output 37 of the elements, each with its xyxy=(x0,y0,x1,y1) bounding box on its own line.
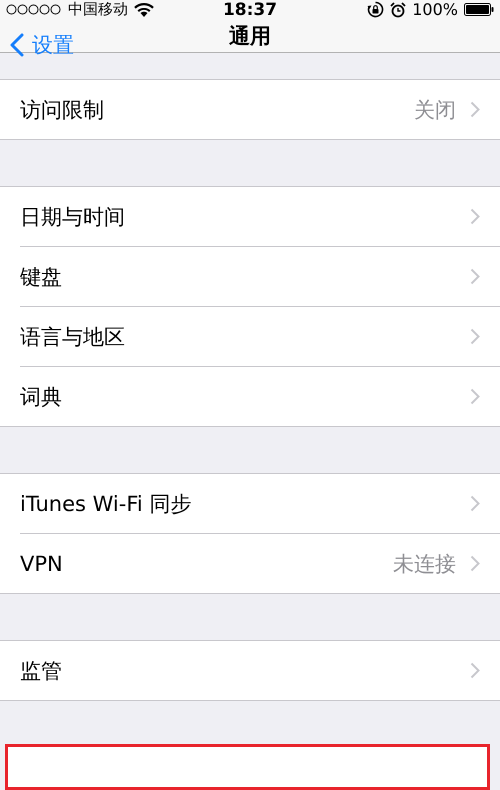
row-label: VPN xyxy=(20,552,64,576)
row-label: 日期与时间 xyxy=(20,204,126,230)
chevron-icon xyxy=(470,662,480,679)
chevron-icon xyxy=(470,208,480,225)
chevron-icon xyxy=(470,555,480,572)
wifi-icon xyxy=(134,2,154,17)
chevron-icon xyxy=(470,268,480,285)
settings-row[interactable]: VPN 未连接 xyxy=(20,533,500,593)
clock-time: 18:37 xyxy=(222,0,278,20)
chevron-icon xyxy=(470,495,480,512)
settings-row[interactable]: iTunes Wi-Fi 同步 xyxy=(0,474,500,533)
row-value: 未连接 xyxy=(393,550,456,578)
settings-row[interactable]: 日期与时间 xyxy=(0,187,500,246)
back-chevron-icon xyxy=(10,33,24,57)
row-label: 词典 xyxy=(20,384,63,410)
settings-row[interactable]: 键盘 xyxy=(20,246,500,306)
row-label: 监管 xyxy=(20,658,63,684)
row-label: 访问限制 xyxy=(20,96,105,124)
chevron-icon xyxy=(470,388,480,405)
row-value: 关闭 xyxy=(414,96,456,124)
battery-icon xyxy=(464,3,494,16)
signal-icon xyxy=(6,4,62,15)
page-title: 通用 xyxy=(229,22,271,50)
chevron-icon xyxy=(470,101,480,118)
settings-row[interactable]: 词典 xyxy=(20,366,500,426)
rotation-lock-icon xyxy=(367,1,384,18)
row-label: iTunes Wi-Fi 同步 xyxy=(20,490,192,518)
alarm-icon xyxy=(390,2,406,18)
carrier-name: 中国移动 xyxy=(68,0,128,19)
settings-row[interactable]: 访问限制 关闭 xyxy=(0,80,500,139)
settings-row[interactable]: 语言与地区 xyxy=(20,306,500,366)
back-button[interactable]: 设置 xyxy=(10,31,74,59)
row-label: 键盘 xyxy=(20,264,63,290)
row-label: 语言与地区 xyxy=(20,324,126,350)
settings-row[interactable]: 监管 xyxy=(0,641,500,700)
chevron-icon xyxy=(470,328,480,345)
battery-percent: 100% xyxy=(412,0,458,19)
